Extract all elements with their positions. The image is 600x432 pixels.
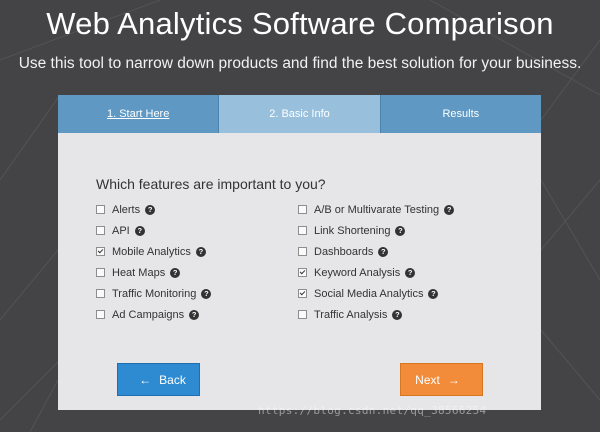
feature-link-shortening[interactable]: Link Shortening ?	[298, 220, 454, 241]
tab-start-here[interactable]: 1. Start Here	[58, 95, 220, 133]
feature-label: Link Shortening	[314, 224, 391, 237]
feature-heat-maps[interactable]: Heat Maps ?	[96, 262, 211, 283]
help-icon[interactable]: ?	[444, 204, 455, 215]
checkbox[interactable]	[298, 247, 307, 256]
help-icon[interactable]: ?	[405, 267, 416, 278]
help-icon[interactable]: ?	[189, 309, 200, 320]
feature-label: Alerts	[112, 203, 141, 216]
help-icon[interactable]: ?	[134, 225, 145, 236]
help-icon[interactable]: ?	[428, 288, 439, 299]
tab-basic-info[interactable]: 2. Basic Info	[219, 95, 381, 133]
feature-alerts[interactable]: Alerts ?	[96, 199, 211, 220]
checkbox[interactable]	[298, 268, 307, 277]
next-button-label: Next	[415, 372, 440, 387]
feature-traffic-monitoring[interactable]: Traffic Monitoring ?	[96, 283, 212, 304]
back-button[interactable]: ← Back	[117, 363, 200, 396]
feature-label: Heat Maps	[112, 266, 166, 279]
feature-label: Dashboards	[314, 245, 374, 258]
features-column-left: Alerts ? API ? Mobile Analytics ? Heat M…	[96, 199, 212, 325]
feature-label: Ad Campaigns	[112, 308, 185, 321]
feature-label: Mobile Analytics	[112, 245, 191, 258]
feature-api[interactable]: API ?	[96, 220, 211, 241]
feature-social-media-analytics[interactable]: Social Media Analytics ?	[298, 283, 454, 304]
page-title: Web Analytics Software Comparison	[46, 6, 554, 41]
help-icon[interactable]: ?	[395, 225, 406, 236]
checkbox[interactable]	[96, 268, 105, 277]
feature-ad-campaigns[interactable]: Ad Campaigns ?	[96, 304, 211, 325]
feature-traffic-analysis[interactable]: Traffic Analysis ?	[298, 304, 454, 325]
help-icon[interactable]: ?	[392, 309, 403, 320]
checkbox[interactable]	[96, 226, 105, 235]
tab-results[interactable]: Results	[380, 95, 541, 133]
features-question: Which features are important to you?	[96, 176, 326, 192]
features-column-right: A/B or Multivarate Testing ? Link Shorte…	[298, 199, 455, 325]
feature-label: Traffic Monitoring	[112, 287, 197, 300]
help-icon[interactable]: ?	[170, 267, 181, 278]
checkbox[interactable]	[298, 289, 307, 298]
feature-mobile-analytics[interactable]: Mobile Analytics ?	[96, 241, 211, 262]
arrow-left-icon: ←	[139, 372, 152, 387]
help-icon[interactable]: ?	[195, 246, 206, 257]
feature-dashboards[interactable]: Dashboards ?	[298, 241, 454, 262]
next-button[interactable]: Next →	[400, 363, 483, 396]
help-icon[interactable]: ?	[145, 204, 156, 215]
arrow-right-icon: →	[447, 372, 460, 387]
help-icon[interactable]: ?	[378, 246, 389, 257]
page-subtitle: Use this tool to narrow down products an…	[18, 55, 582, 72]
feature-label: Traffic Analysis	[314, 308, 388, 321]
feature-label: A/B or Multivarate Testing	[314, 203, 440, 216]
watermark: https://blog.csdn.net/qq_38566254	[258, 404, 487, 417]
feature-label: API	[112, 224, 130, 237]
feature-label: Keyword Analysis	[314, 266, 401, 279]
step-tabs: 1. Start Here 2. Basic Info Results	[58, 95, 541, 133]
checkbox[interactable]	[96, 247, 105, 256]
checkbox[interactable]	[298, 226, 307, 235]
checkbox[interactable]	[298, 310, 307, 319]
checkbox[interactable]	[96, 205, 105, 214]
checkbox[interactable]	[96, 289, 105, 298]
back-button-label: Back	[159, 372, 186, 387]
comparison-card: 1. Start Here 2. Basic Info Results Whic…	[58, 95, 541, 410]
checkbox[interactable]	[298, 205, 307, 214]
help-icon[interactable]: ?	[201, 288, 212, 299]
feature-label: Social Media Analytics	[314, 287, 424, 300]
feature-keyword-analysis[interactable]: Keyword Analysis ?	[298, 262, 454, 283]
checkbox[interactable]	[96, 310, 105, 319]
feature-ab-testing[interactable]: A/B or Multivarate Testing ?	[298, 199, 455, 220]
